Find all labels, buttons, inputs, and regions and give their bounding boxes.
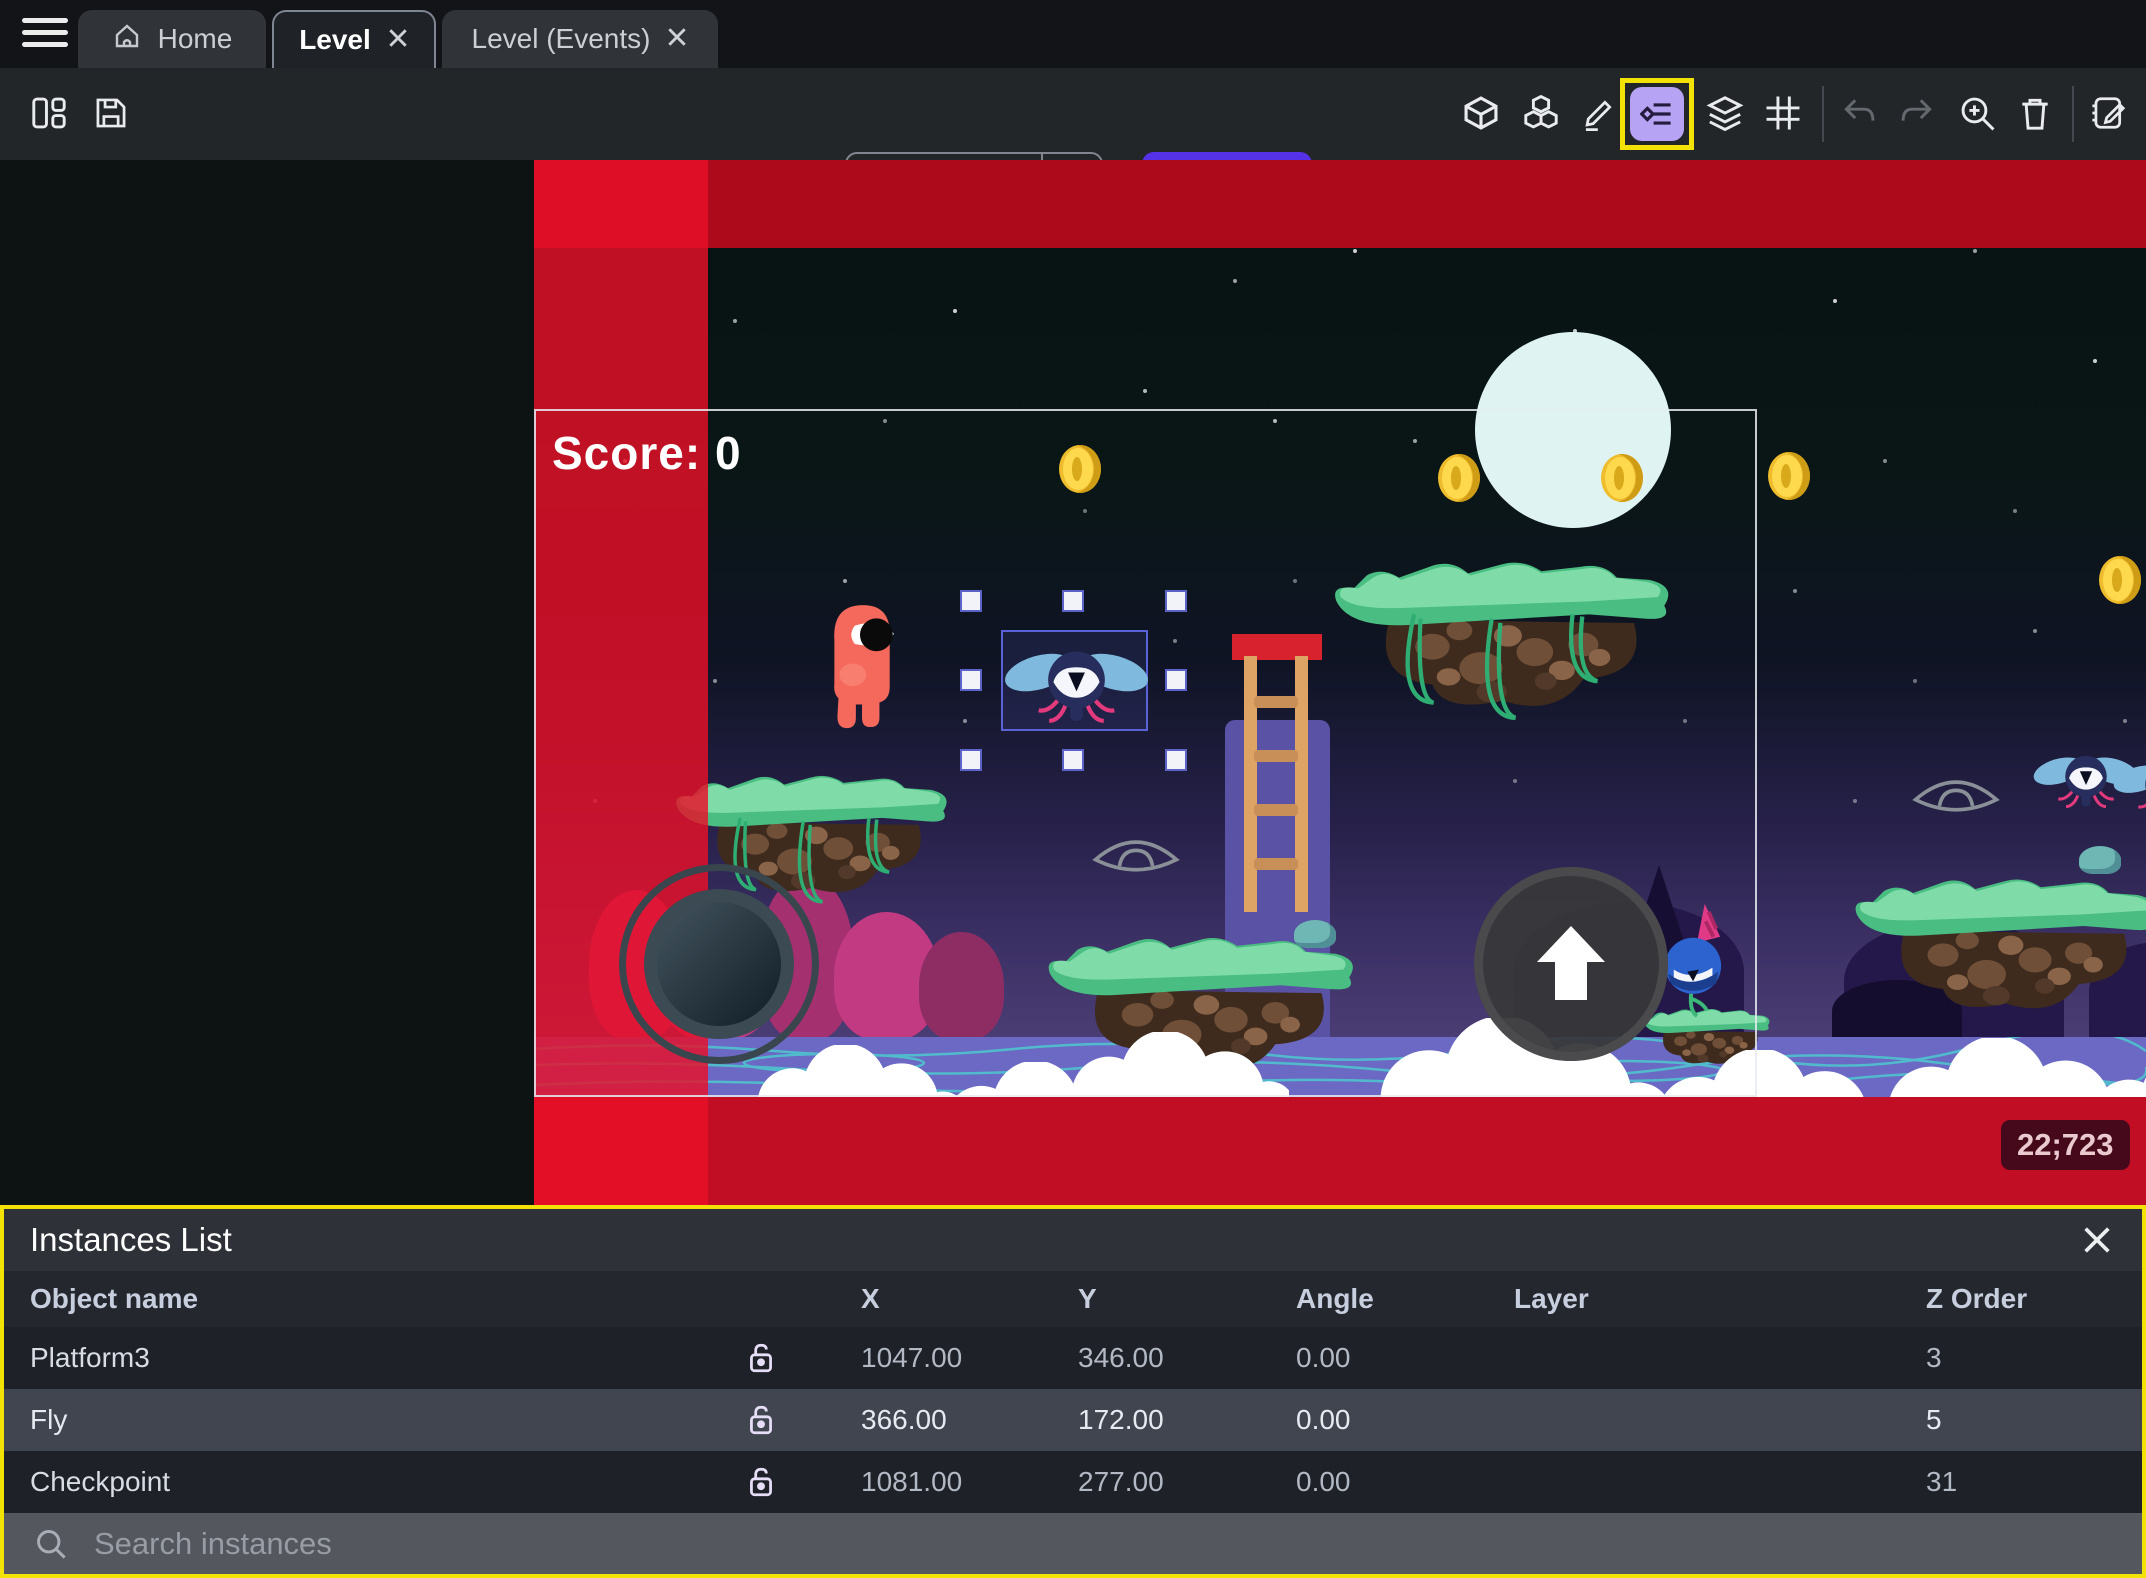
out-of-bounds-band-bottom <box>534 1097 2146 1205</box>
column-header-layer: Layer <box>1514 1283 1589 1314</box>
fly-instance[interactable] <box>2112 750 2146 823</box>
column-header-name: Object name <box>30 1283 199 1314</box>
panel-title: Instances List <box>30 1221 232 1258</box>
grid-icon[interactable] <box>1764 94 1804 134</box>
save-icon[interactable] <box>92 94 132 134</box>
tab-home[interactable]: Home <box>78 10 266 68</box>
instance-name: Platform3 <box>30 1342 150 1373</box>
trash-icon[interactable] <box>2016 94 2056 134</box>
instances-list-panel: Instances List Object name X Y Angle Lay… <box>0 1205 2146 1578</box>
selection-handle[interactable] <box>960 669 982 691</box>
instance-zorder[interactable]: 31 <box>1884 1466 2142 1498</box>
selection-handle[interactable] <box>960 749 982 771</box>
tab-home-label: Home <box>157 23 233 54</box>
instance-y[interactable]: 277.00 <box>1021 1466 1238 1498</box>
redo-icon[interactable] <box>1898 94 1938 134</box>
joystick-knob[interactable] <box>644 889 794 1039</box>
column-header-zorder: Z Order <box>1926 1283 2028 1314</box>
fly-placeholder-outline <box>1910 772 2002 818</box>
menu-icon[interactable] <box>22 18 68 52</box>
coin-instance[interactable] <box>2099 556 2141 604</box>
home-icon <box>112 21 142 58</box>
selection-handle[interactable] <box>960 590 982 612</box>
cube-3d-icon[interactable] <box>1462 94 1502 134</box>
table-row[interactable]: Platform3 1047.00 346.00 0.00 3 <box>4 1327 2142 1389</box>
close-icon[interactable] <box>2080 1223 2114 1257</box>
up-arrow-icon <box>1537 926 1605 1000</box>
platform-instance[interactable] <box>1851 858 2146 1023</box>
column-header-y: Y <box>1078 1283 1097 1314</box>
divider <box>2072 86 2074 142</box>
lock-open-icon[interactable] <box>718 1465 804 1499</box>
table-row[interactable]: Checkpoint 1081.00 277.00 0.00 31 <box>4 1451 2142 1513</box>
tab-level-events-label: Level (Events) <box>471 23 651 54</box>
instance-name: Checkpoint <box>30 1466 171 1497</box>
instance-x[interactable]: 366.00 <box>804 1404 1021 1436</box>
tab-level-events[interactable]: Level (Events) <box>442 10 718 68</box>
tab-bar: Home Level Level (Events) <box>0 0 2146 68</box>
panel-header: Instances List <box>4 1209 2142 1271</box>
instance-zorder[interactable]: 3 <box>1884 1342 2142 1374</box>
out-of-bounds-band-top <box>534 160 2146 248</box>
search-input[interactable] <box>94 1525 2142 1562</box>
zoom-in-icon[interactable] <box>1958 94 1998 134</box>
jump-button-instance[interactable] <box>1474 867 1668 1061</box>
tab-level-label: Level <box>299 24 371 55</box>
layers-icon[interactable] <box>1706 94 1746 134</box>
selection-handle[interactable] <box>1165 749 1187 771</box>
scene-canvas[interactable]: Score: 0 22;723 <box>534 160 2146 1205</box>
joystick-control-instance[interactable] <box>619 864 819 1064</box>
lock-open-icon[interactable] <box>718 1403 804 1437</box>
instance-name: Fly <box>30 1404 68 1435</box>
selection-group <box>960 590 1187 771</box>
edit-scene-icon[interactable] <box>2090 94 2130 134</box>
selection-handle[interactable] <box>1062 749 1084 771</box>
editor-canvas[interactable]: Score: 0 22;723 <box>0 160 2146 1205</box>
fly-instance-selected[interactable] <box>1003 632 1150 733</box>
layout-icon[interactable] <box>30 94 70 134</box>
instance-y[interactable]: 172.00 <box>1021 1404 1238 1436</box>
cursor-coordinates-badge: 22;723 <box>2001 1120 2130 1170</box>
undo-icon[interactable] <box>1840 94 1880 134</box>
objects-stack-icon[interactable] <box>1522 94 1562 134</box>
search-bar <box>4 1513 2142 1574</box>
close-icon[interactable] <box>666 23 688 55</box>
instance-x[interactable]: 1047.00 <box>804 1342 1021 1374</box>
instance-angle[interactable]: 0.00 <box>1238 1342 1455 1374</box>
pencil-icon[interactable] <box>1580 94 1620 134</box>
column-header-x: X <box>861 1283 880 1314</box>
table-row[interactable]: Fly 366.00 172.00 0.00 5 <box>4 1389 2142 1451</box>
table-header-row: Object name X Y Angle Layer Z Order <box>4 1271 2142 1327</box>
lock-open-icon[interactable] <box>718 1341 804 1375</box>
instance-y[interactable]: 346.00 <box>1021 1342 1238 1374</box>
toolbar: Preview Publish <box>0 68 2146 212</box>
coin-instance[interactable] <box>1768 452 1810 500</box>
instances-list-icon[interactable] <box>1620 78 1694 150</box>
tab-level[interactable]: Level <box>272 10 436 68</box>
rock <box>2079 846 2121 874</box>
selection-rect <box>1001 630 1148 731</box>
column-header-angle: Angle <box>1296 1283 1374 1314</box>
instance-angle[interactable]: 0.00 <box>1238 1404 1455 1436</box>
divider <box>1822 86 1824 142</box>
score-text-instance[interactable]: Score: 0 <box>552 426 742 480</box>
selection-handle[interactable] <box>1165 669 1187 691</box>
instance-x[interactable]: 1081.00 <box>804 1466 1021 1498</box>
instances-list-icon-active-pill <box>1630 87 1684 141</box>
selection-handle[interactable] <box>1165 590 1187 612</box>
close-icon[interactable] <box>387 24 409 56</box>
instance-angle[interactable]: 0.00 <box>1238 1466 1455 1498</box>
instance-zorder[interactable]: 5 <box>1884 1404 2142 1436</box>
search-icon <box>37 1529 66 1559</box>
selection-handle[interactable] <box>1062 590 1084 612</box>
